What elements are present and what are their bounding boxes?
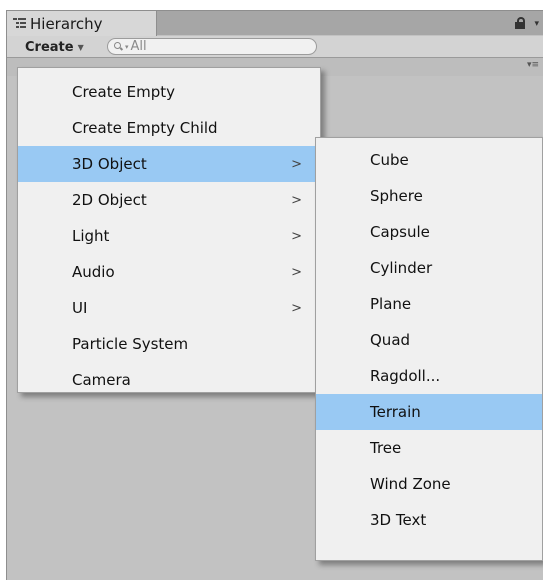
submenu-item-ragdoll[interactable]: Ragdoll...	[316, 358, 542, 394]
submenu-item-label: Quad	[370, 331, 411, 349]
menu-item-label: Light	[72, 227, 110, 245]
submenu-item-sphere[interactable]: Sphere	[316, 178, 542, 214]
menu-item-label: 3D Object	[72, 155, 147, 173]
submenu-arrow-icon: >	[291, 300, 302, 316]
submenu-item-capsule[interactable]: Capsule	[316, 214, 542, 250]
submenu-item-wind-zone[interactable]: Wind Zone	[316, 466, 542, 502]
submenu-arrow-icon: >	[291, 228, 302, 244]
submenu-item-label: Terrain	[370, 403, 421, 421]
create-label: Create	[25, 39, 74, 55]
3d-object-submenu: Cube Sphere Capsule Cylinder Plane Quad Ragdol…	[315, 137, 543, 561]
submenu-item-3d-text[interactable]: 3D Text	[316, 502, 542, 538]
menu-item-ui[interactable]: UI >	[18, 290, 320, 326]
menu-item-label: Camera	[72, 371, 131, 389]
hierarchy-list-icon	[13, 17, 26, 30]
submenu-arrow-icon: >	[291, 192, 302, 208]
menu-item-label: Create Empty Child	[72, 119, 218, 137]
create-dropdown-button[interactable]: Create ▼	[21, 38, 88, 56]
search-input[interactable]: ▾ All	[107, 38, 317, 55]
search-icon	[114, 42, 124, 51]
tab-hierarchy[interactable]: Hierarchy	[7, 11, 157, 36]
lock-icon[interactable]	[515, 17, 525, 29]
menu-item-label: 2D Object	[72, 191, 147, 209]
menu-item-3d-object[interactable]: 3D Object >	[18, 146, 320, 182]
submenu-arrow-icon: >	[291, 156, 302, 172]
submenu-item-plane[interactable]: Plane	[316, 286, 542, 322]
submenu-item-tree[interactable]: Tree	[316, 430, 542, 466]
submenu-item-label: Tree	[370, 439, 402, 457]
submenu-item-cylinder[interactable]: Cylinder	[316, 250, 542, 286]
create-context-menu: Create Empty Create Empty Child 3D Object >…	[17, 67, 321, 393]
submenu-item-label: Cylinder	[370, 259, 433, 277]
submenu-item-label: Cube	[370, 151, 409, 169]
submenu-item-cube[interactable]: Cube	[316, 142, 542, 178]
tab-menu-icon[interactable]: ▾	[534, 19, 539, 29]
menu-item-camera[interactable]: Camera	[18, 362, 320, 398]
tab-title: Hierarchy	[30, 14, 103, 33]
submenu-arrow-icon: >	[291, 264, 302, 280]
submenu-item-label: Sphere	[370, 187, 423, 205]
search-filter-caret-icon[interactable]: ▾	[125, 43, 129, 51]
search-placeholder: All	[130, 39, 147, 54]
menu-item-label: Particle System	[72, 335, 189, 353]
menu-item-particle-system[interactable]: Particle System	[18, 326, 320, 362]
chevron-down-icon: ▼	[77, 42, 84, 52]
submenu-item-label: Ragdoll...	[370, 367, 441, 385]
menu-item-create-empty[interactable]: Create Empty	[18, 74, 320, 110]
hierarchy-toolbar: Create ▼ ▾ All	[7, 36, 543, 58]
scene-menu-icon[interactable]: ▾≡	[527, 60, 539, 70]
submenu-item-quad[interactable]: Quad	[316, 322, 542, 358]
submenu-item-label: Plane	[370, 295, 412, 313]
menu-item-label: Create Empty	[72, 83, 175, 101]
submenu-item-label: Wind Zone	[370, 475, 451, 493]
menu-item-2d-object[interactable]: 2D Object >	[18, 182, 320, 218]
submenu-item-terrain[interactable]: Terrain	[316, 394, 542, 430]
menu-item-light[interactable]: Light >	[18, 218, 320, 254]
submenu-item-label: Capsule	[370, 223, 430, 241]
menu-item-create-empty-child[interactable]: Create Empty Child	[18, 110, 320, 146]
menu-item-label: Audio	[72, 263, 115, 281]
menu-item-label: UI	[72, 299, 88, 317]
menu-item-audio[interactable]: Audio >	[18, 254, 320, 290]
tab-strip: Hierarchy ▾	[7, 11, 543, 36]
submenu-item-label: 3D Text	[370, 511, 427, 529]
